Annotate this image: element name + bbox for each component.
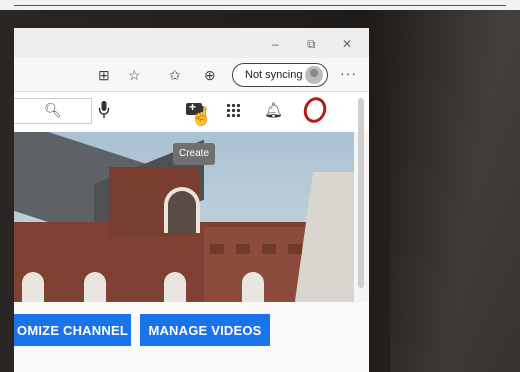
favorites-icon[interactable]: ✩ [169,67,181,84]
banner-battlement [288,244,302,254]
channel-avatar[interactable] [300,94,330,126]
more-menu-button[interactable]: ··· [340,65,357,81]
hand-cursor-icon: ☝ [190,106,213,126]
banner-window [22,272,44,302]
banner-window [242,272,264,302]
bezel-reflection [390,10,520,372]
banner-window [84,272,106,302]
banner-white-building [294,172,354,302]
customize-channel-button[interactable]: OMIZE CHANNEL [14,314,131,346]
page-scrollbar[interactable] [358,98,364,288]
browser-toolbar: ⊞ ☆ ✩ ⊕ Not syncing ··· [14,58,369,92]
profile-sync-button[interactable]: Not syncing [232,63,328,87]
microphone-icon[interactable] [98,100,110,120]
search-input[interactable]: 🔍︎ [14,98,92,124]
photo-top-line [14,5,506,6]
restore-button[interactable]: ⧉ [307,37,316,52]
banner-window [164,272,186,302]
title-bar: – ⧉ ✕ [14,28,369,58]
close-button[interactable]: ✕ [342,37,352,51]
search-icon[interactable]: 🔍︎ [44,102,62,119]
notifications-bell-icon[interactable]: 🔔︎ [264,101,283,119]
banner-battlement [210,244,224,254]
add-favorite-icon[interactable]: ☆ [128,67,141,84]
photo-top-border [0,0,520,10]
collections-icon[interactable]: ⊕ [204,67,216,84]
create-tooltip: Create [173,143,215,165]
apps-grid-icon[interactable] [226,103,240,117]
banner-battlement [236,244,250,254]
split-screen-icon[interactable]: ⊞ [98,67,110,84]
profile-avatar-icon [305,66,323,84]
sync-status-label: Not syncing [245,69,303,81]
youtube-header: 🔍︎ ☝ 🔔︎ [14,92,369,132]
banner-battlement [262,244,276,254]
banner-arched-window [164,187,200,233]
manage-videos-button[interactable]: MANAGE VIDEOS [140,314,270,346]
minimize-button[interactable]: – [272,37,279,51]
